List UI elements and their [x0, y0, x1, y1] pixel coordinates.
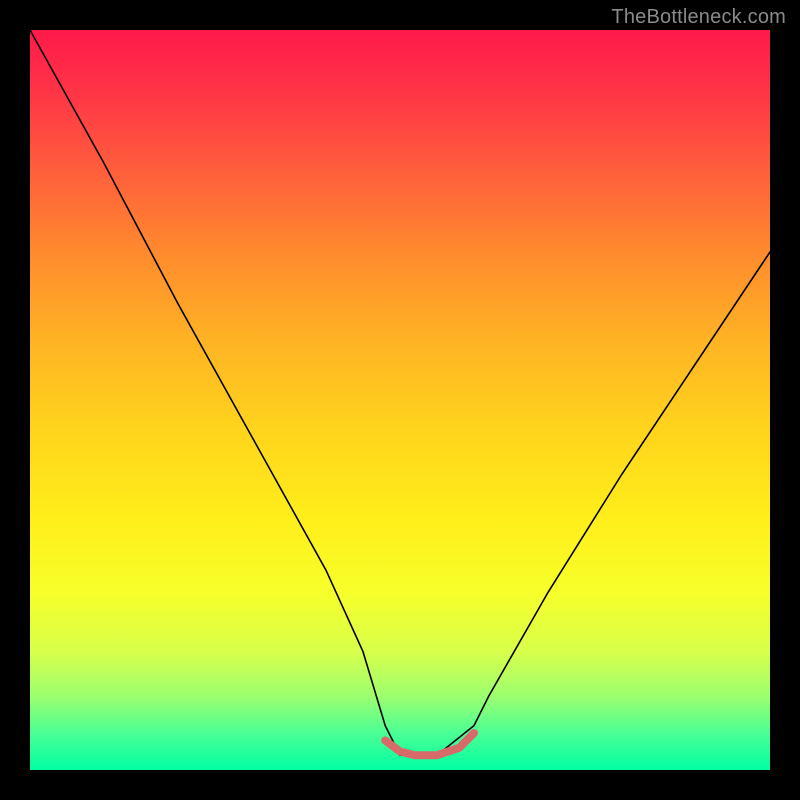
chart-svg [30, 30, 770, 770]
watermark-text: TheBottleneck.com [611, 6, 786, 29]
bottleneck-curve [30, 30, 770, 755]
chart-frame: TheBottleneck.com [0, 0, 800, 800]
plot-area [30, 30, 770, 770]
